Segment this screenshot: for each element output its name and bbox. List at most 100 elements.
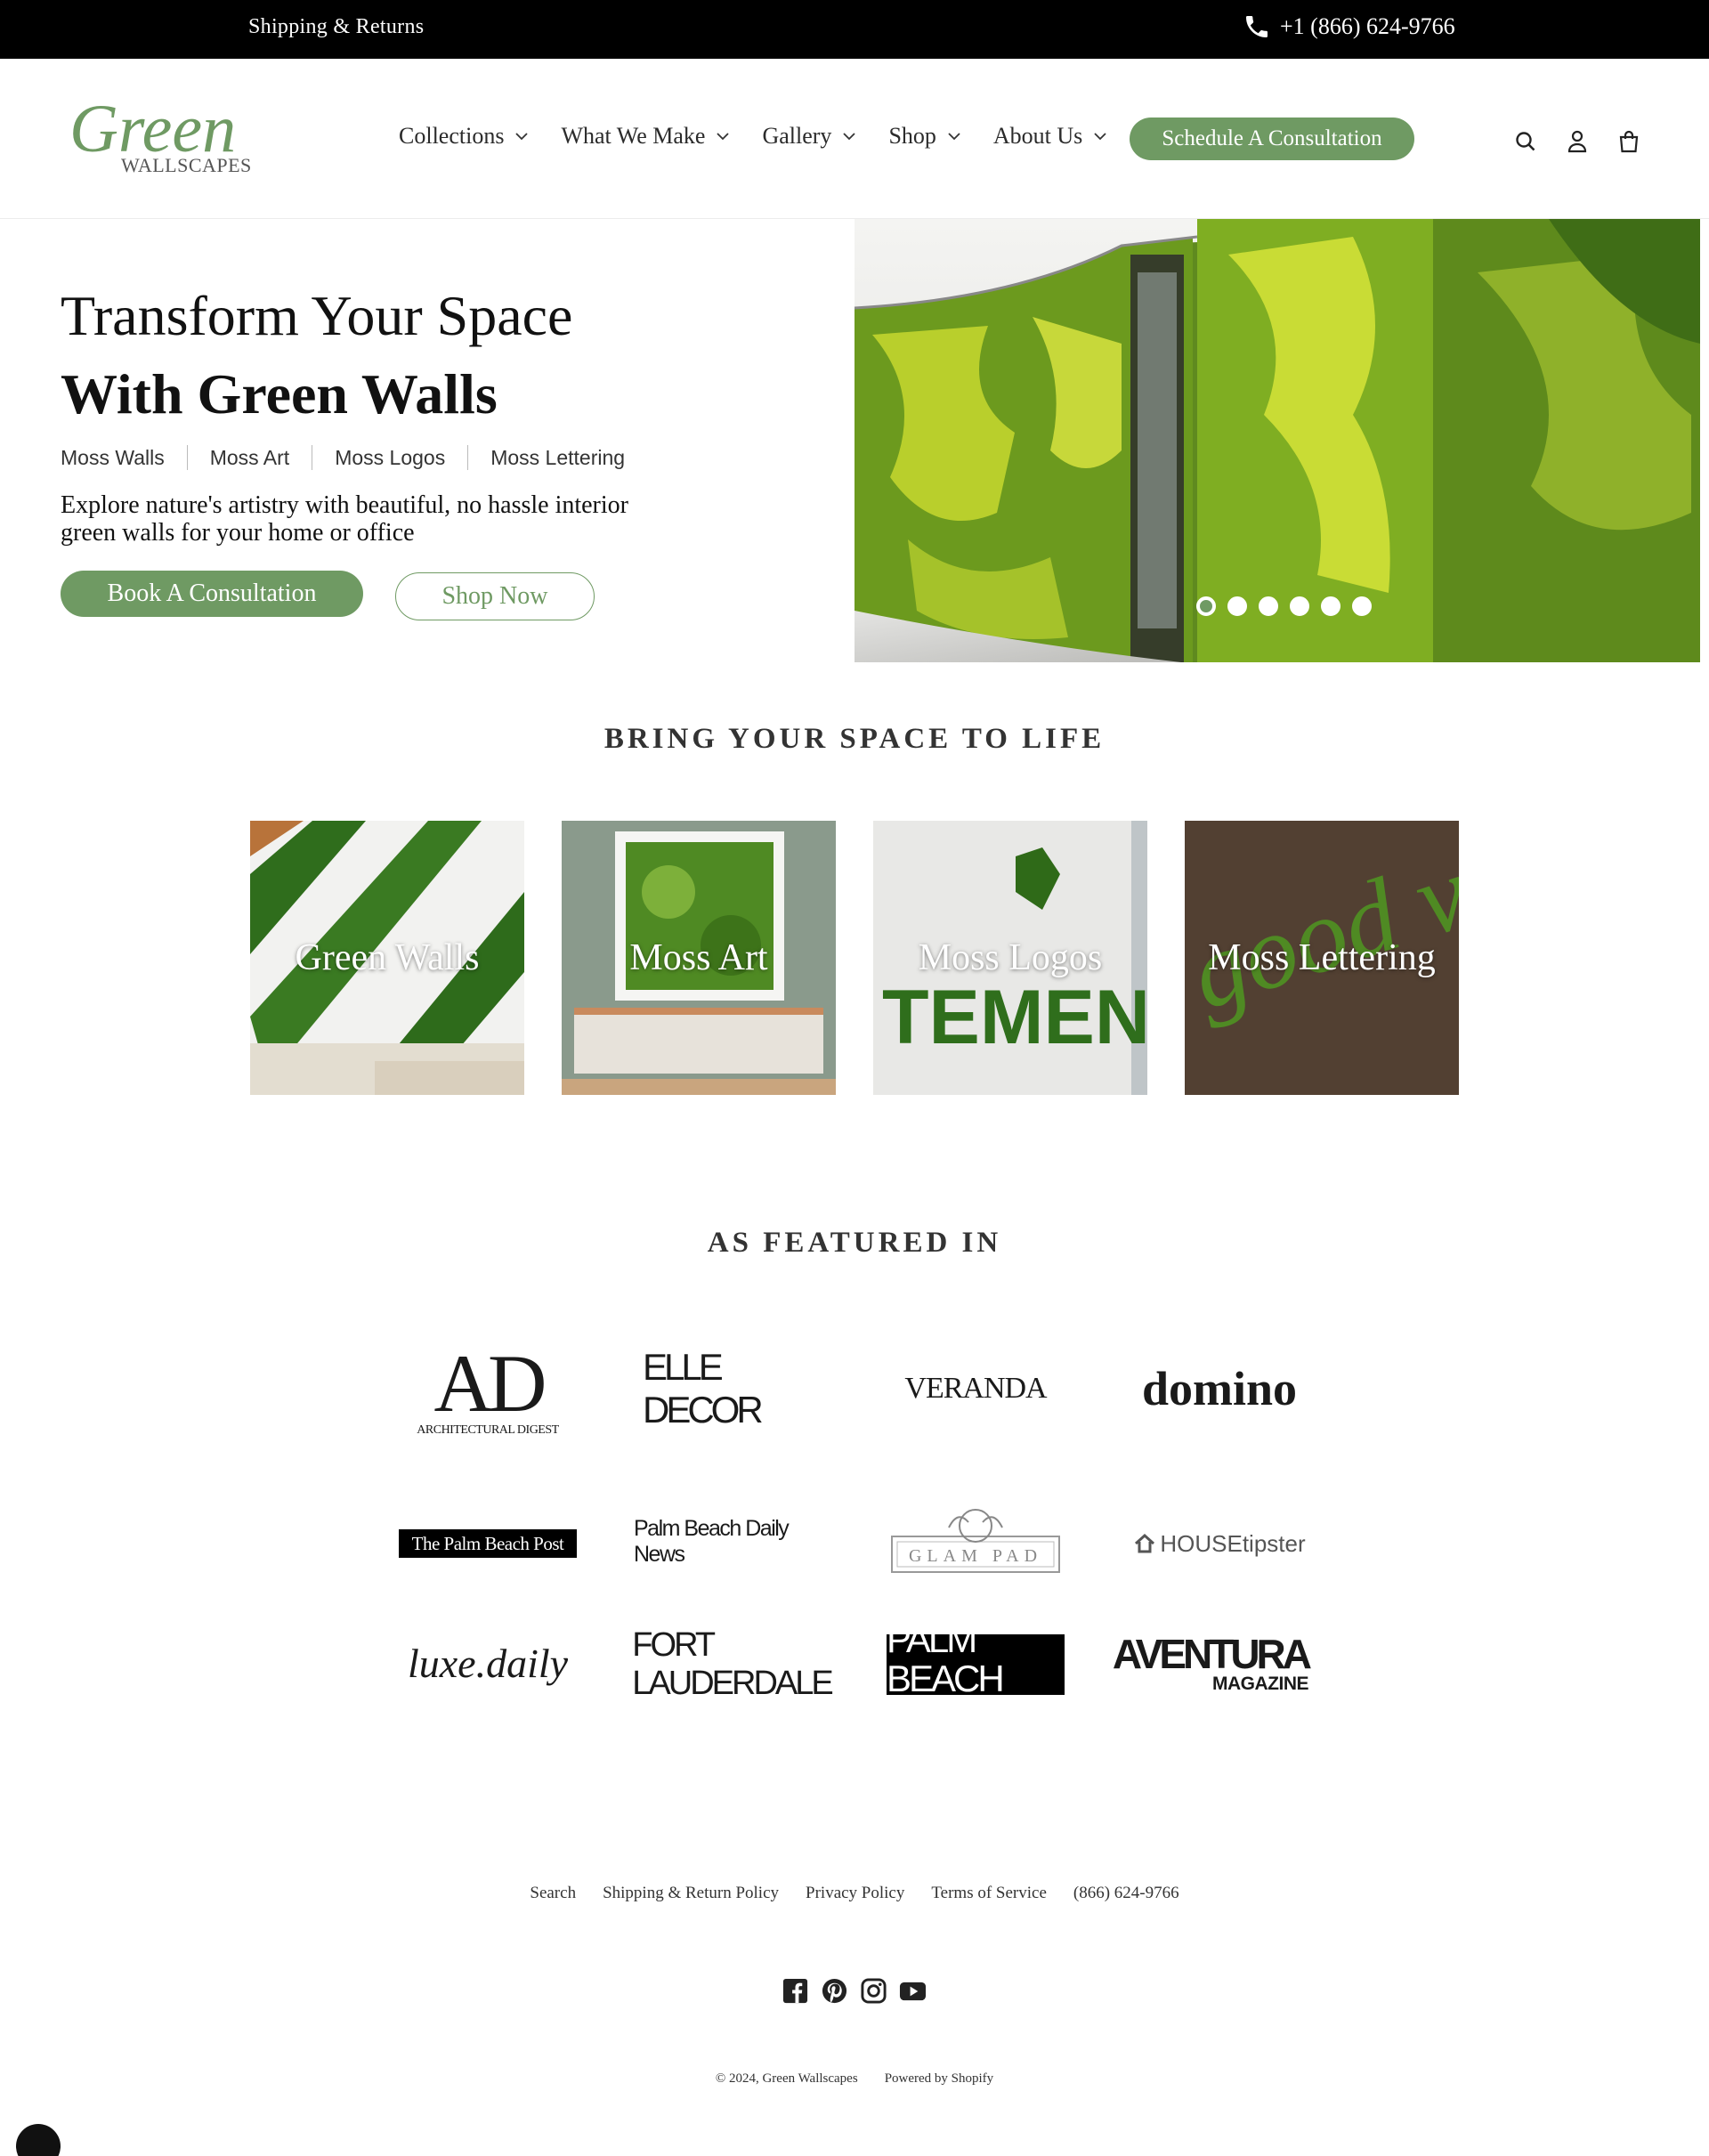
tile-label: Moss Logos	[918, 937, 1103, 978]
slide-dot-2[interactable]	[1227, 596, 1247, 616]
logo-domino: domino	[1130, 1353, 1308, 1424]
social-links	[782, 1977, 927, 2005]
shop-now-button[interactable]: Shop Now	[395, 572, 595, 620]
nav-what-we-make-label: What We Make	[561, 123, 706, 149]
logo-palm-beach-illustrated: PALM BEACH ILLUSTRATED	[887, 1620, 1065, 1709]
footer-link-privacy-policy[interactable]: Privacy Policy	[806, 1884, 904, 1903]
footer-link-shipping-policy[interactable]: Shipping & Return Policy	[603, 1884, 779, 1903]
tile-moss-art[interactable]: Moss Art	[562, 821, 836, 1095]
phone-link[interactable]: +1 (866) 624-9766	[1243, 12, 1455, 41]
chat-widget-button[interactable]	[16, 2124, 61, 2156]
logo-aventura-text: AVENTURA	[1112, 1631, 1312, 1677]
slide-dot-3[interactable]	[1259, 596, 1278, 616]
logo-housetipster-text: HOUSEtipster	[1160, 1529, 1306, 1557]
nav-shop[interactable]: Shop	[888, 123, 960, 150]
announcement-bar: Shipping & Returns +1 (866) 624-9766	[0, 0, 1709, 59]
account-icon[interactable]	[1565, 128, 1590, 155]
slide-dot-5[interactable]	[1321, 596, 1340, 616]
nav-gallery-label: Gallery	[762, 123, 832, 149]
logo-ad-sub: ARCHITECTURAL DIGEST	[417, 1423, 559, 1437]
featured-section-title: AS FEATURED IN	[707, 1227, 1002, 1259]
logo-elle-decor-text: ELLE DECOR	[643, 1346, 764, 1431]
logo-palm-beach-post: The Palm Beach Post	[399, 1529, 577, 1558]
logo-housetipster: HOUSEtipster	[1130, 1524, 1308, 1563]
main-nav: Collections What We Make Gallery Shop Ab…	[399, 123, 1139, 150]
hero-title-line2: With Green Walls	[61, 362, 498, 426]
logo-aventura-magazine: AVENTURA MAGAZINE	[1113, 1633, 1312, 1695]
logo-veranda: VERANDA	[887, 1362, 1065, 1415]
logo-domino-text: domino	[1141, 1362, 1298, 1415]
cart-icon[interactable]	[1616, 128, 1641, 155]
logo-fort-lauderdale-text: FORT LAUDERDALE	[632, 1626, 833, 1702]
logo-palm-beach-post-text: The Palm Beach Post	[411, 1532, 564, 1554]
chevron-down-icon	[843, 133, 856, 141]
hero-category-moss-walls[interactable]: Moss Walls	[61, 445, 187, 470]
chevron-down-icon	[1094, 133, 1106, 141]
logo-ad-text: AD	[433, 1338, 547, 1429]
phone-number: +1 (866) 624-9766	[1280, 13, 1455, 39]
powered-by-shopify-link[interactable]: Powered by Shopify	[885, 2071, 994, 2087]
footer-link-phone[interactable]: (866) 624-9766	[1073, 1884, 1179, 1903]
instagram-icon[interactable]	[860, 1977, 887, 2005]
footer-link-search[interactable]: Search	[530, 1884, 576, 1903]
logo-magazine-text: MAGAZINE	[1212, 1674, 1309, 1694]
hero-category-list: Moss Walls Moss Art Moss Logos Moss Lett…	[61, 445, 647, 470]
phone-icon	[1246, 16, 1268, 37]
shipping-returns-link[interactable]: Shipping & Returns	[248, 15, 424, 39]
logo-glam-pad: GLAM PAD	[887, 1501, 1065, 1581]
slide-dot-4[interactable]	[1290, 596, 1309, 616]
hero-slideshow[interactable]	[854, 219, 1700, 662]
slideshow-dots	[1196, 596, 1372, 616]
header-icons	[1513, 128, 1641, 155]
nav-about-us[interactable]: About Us	[993, 123, 1107, 150]
hero-category-moss-art[interactable]: Moss Art	[186, 445, 312, 470]
hero-description: Explore nature's artistry with beautiful…	[61, 491, 628, 547]
nav-about-us-label: About Us	[992, 123, 1083, 149]
site-header: Green WALLSCAPES Collections What We Mak…	[0, 59, 1709, 219]
logo-veranda-text: VERANDA	[904, 1372, 1047, 1405]
slide-dot-6[interactable]	[1352, 596, 1372, 616]
green-wallscapes-logo[interactable]: Green WALLSCAPES	[66, 89, 271, 187]
facebook-icon[interactable]	[782, 1977, 809, 2005]
search-icon[interactable]	[1513, 128, 1538, 155]
logo-sub: WALLSCAPES	[121, 154, 252, 176]
tile-label: Moss Art	[629, 937, 768, 978]
pinterest-icon[interactable]	[821, 1977, 848, 2005]
nav-collections[interactable]: Collections	[399, 123, 529, 150]
bring-section-title: BRING YOUR SPACE TO LIFE	[603, 723, 1106, 755]
hero-category-moss-lettering[interactable]: Moss Lettering	[467, 445, 647, 470]
hero-text-panel: Transform Your Space With Green Walls Mo…	[0, 219, 854, 662]
nav-gallery[interactable]: Gallery	[762, 123, 856, 150]
logo-palm-beach-text: PALM BEACH	[887, 1618, 1005, 1699]
tile-moss-lettering[interactable]: good vibes Moss Lettering	[1185, 821, 1459, 1095]
logo-palm-beach-daily-news: Palm Beach Daily News	[634, 1516, 830, 1567]
chevron-down-icon	[948, 133, 960, 141]
moss-logo-text: TEMENOS	[882, 975, 1147, 1060]
chevron-down-icon	[717, 133, 730, 141]
copyright-text: © 2024, Green Wallscapes	[715, 2071, 858, 2086]
hero-title-line1: Transform Your Space	[61, 284, 573, 347]
logo-palm-beach-daily-news-text: Palm Beach Daily News	[634, 1516, 790, 1567]
slide-dot-1[interactable]	[1196, 596, 1216, 616]
tile-label: Green Walls	[295, 937, 480, 978]
logo-fort-lauderdale: FORT LAUDERDALE	[632, 1626, 833, 1702]
youtube-icon[interactable]	[899, 1977, 927, 2005]
logo-elle-decor: ELLE DECOR	[643, 1346, 821, 1431]
logo-luxe-daily: luxe.daily	[399, 1636, 577, 1690]
logo-illustrated-text: ILLUSTRATED	[903, 1698, 1048, 1709]
tile-green-walls[interactable]: Green Walls	[250, 821, 524, 1095]
glam-pad-emblem: GLAM PAD	[891, 1509, 1060, 1573]
house-icon	[1135, 1533, 1155, 1553]
chevron-down-icon	[515, 133, 529, 141]
schedule-consultation-button[interactable]: Schedule A Consultation	[1130, 118, 1414, 160]
logo-glam-pad-text: GLAM PAD	[909, 1546, 1042, 1566]
nav-shop-label: Shop	[888, 123, 936, 149]
footer-copyright: © 2024, Green Wallscapes Powered by Shop…	[0, 2071, 1709, 2087]
nav-collections-label: Collections	[399, 123, 505, 149]
tile-moss-logos[interactable]: TEMENOS Moss Logos	[873, 821, 1147, 1095]
nav-what-we-make[interactable]: What We Make	[561, 123, 730, 150]
footer-link-terms[interactable]: Terms of Service	[931, 1884, 1047, 1903]
tile-label: Moss Lettering	[1208, 937, 1436, 978]
hero-category-moss-logos[interactable]: Moss Logos	[312, 445, 467, 470]
book-consultation-button[interactable]: Book A Consultation	[61, 571, 363, 617]
